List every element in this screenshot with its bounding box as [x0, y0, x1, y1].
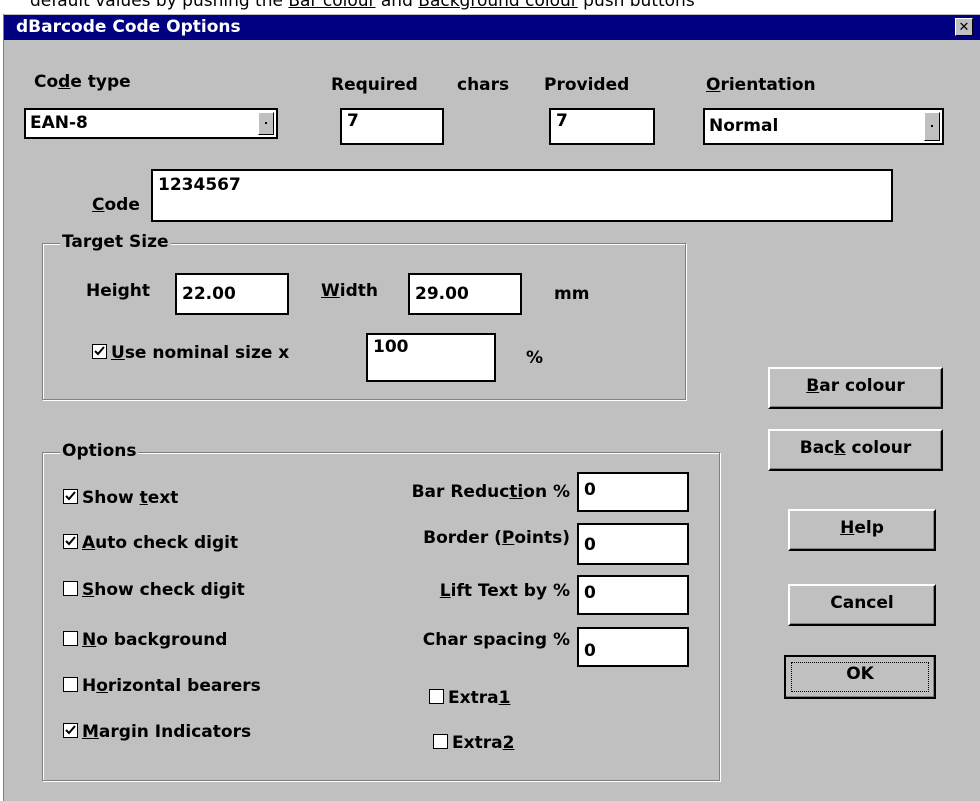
no-background-checkbox[interactable]: No background: [63, 630, 227, 650]
code-label: Code: [92, 195, 140, 215]
width-field[interactable]: 29.00: [408, 273, 522, 315]
code-type-dropdown-button[interactable]: [258, 112, 274, 135]
help-button[interactable]: Help: [788, 509, 936, 551]
char-spacing-field[interactable]: 0: [577, 627, 689, 667]
height-label: Height: [86, 281, 150, 301]
checkbox-box[interactable]: [63, 580, 78, 596]
code-type-value: EAN-8: [30, 113, 88, 133]
orientation-combo[interactable]: Normal: [703, 108, 944, 145]
orientation-label: Orientation: [706, 75, 816, 95]
extra2-checkbox[interactable]: Extra2: [433, 733, 514, 753]
checkmark-icon: [65, 490, 76, 500]
checkbox-box[interactable]: [63, 722, 78, 738]
percent-label: %: [526, 348, 544, 368]
use-nominal-size-checkbox[interactable]: Use nominal size x: [92, 343, 289, 363]
code-type-combo[interactable]: EAN-8: [24, 108, 278, 139]
window-title: dBarcode Code Options: [16, 17, 241, 37]
title-bar[interactable]: dBarcode Code Options ✕: [4, 15, 980, 40]
provided-chars-field[interactable]: 7: [549, 108, 655, 145]
bar-colour-button[interactable]: Bar colour: [768, 367, 943, 409]
close-button[interactable]: ✕: [955, 18, 973, 36]
checkbox-box[interactable]: [429, 688, 444, 704]
window-frame-left: [0, 14, 4, 801]
checkbox-box[interactable]: [63, 630, 78, 646]
provided-label: Provided: [544, 75, 630, 95]
checkmark-icon: [65, 724, 76, 734]
mm-unit-label: mm: [554, 284, 590, 304]
bar-reduction-label: Bar Reduction %: [411, 482, 570, 502]
show-check-digit-checkbox[interactable]: Show check digit: [63, 580, 245, 600]
cancel-button[interactable]: Cancel: [788, 584, 936, 626]
code-field[interactable]: 1234567: [151, 169, 893, 222]
orientation-value: Normal: [709, 116, 779, 136]
checkbox-box[interactable]: [433, 733, 448, 749]
checkbox-box[interactable]: [92, 343, 107, 359]
target-size-group: [42, 243, 686, 400]
checkbox-box[interactable]: [63, 676, 78, 692]
height-field[interactable]: 22.00: [175, 273, 289, 315]
border-points-field[interactable]: 0: [577, 523, 689, 565]
target-size-title: Target Size: [60, 232, 171, 252]
code-type-label: Code type: [34, 72, 131, 92]
back-colour-button[interactable]: Back colour: [768, 429, 943, 471]
width-label: Width: [321, 281, 378, 301]
close-icon: ✕: [958, 20, 970, 35]
background-document-text: default values by pushing the Bar colour…: [0, 0, 980, 14]
horizontal-bearers-checkbox[interactable]: Horizontal bearers: [63, 676, 261, 696]
margin-indicators-checkbox[interactable]: Margin Indicators: [63, 722, 251, 742]
checkbox-box[interactable]: [63, 533, 78, 549]
required-label: Required: [331, 75, 418, 95]
auto-check-digit-checkbox[interactable]: Auto check digit: [63, 533, 238, 553]
extra1-checkbox[interactable]: Extra1: [429, 688, 510, 708]
orientation-dropdown-button[interactable]: [924, 112, 940, 141]
bar-reduction-field[interactable]: 0: [577, 472, 689, 512]
char-spacing-label: Char spacing %: [422, 630, 570, 650]
lift-text-label: Lift Text by %: [439, 581, 570, 601]
lift-text-field[interactable]: 0: [577, 575, 689, 615]
checkmark-icon: [94, 345, 105, 355]
checkmark-icon: [65, 535, 76, 545]
chevron-down-icon: [265, 122, 267, 124]
chars-label: chars: [457, 75, 510, 95]
ok-button[interactable]: OK: [784, 655, 936, 699]
nominal-size-field[interactable]: 100: [366, 333, 496, 382]
checkbox-box[interactable]: [63, 488, 78, 504]
chevron-down-icon: [931, 125, 933, 127]
border-points-label: Border (Points): [423, 528, 570, 548]
required-chars-field[interactable]: 7: [340, 108, 444, 145]
options-title: Options: [60, 441, 139, 461]
show-text-checkbox[interactable]: Show text: [63, 488, 178, 508]
